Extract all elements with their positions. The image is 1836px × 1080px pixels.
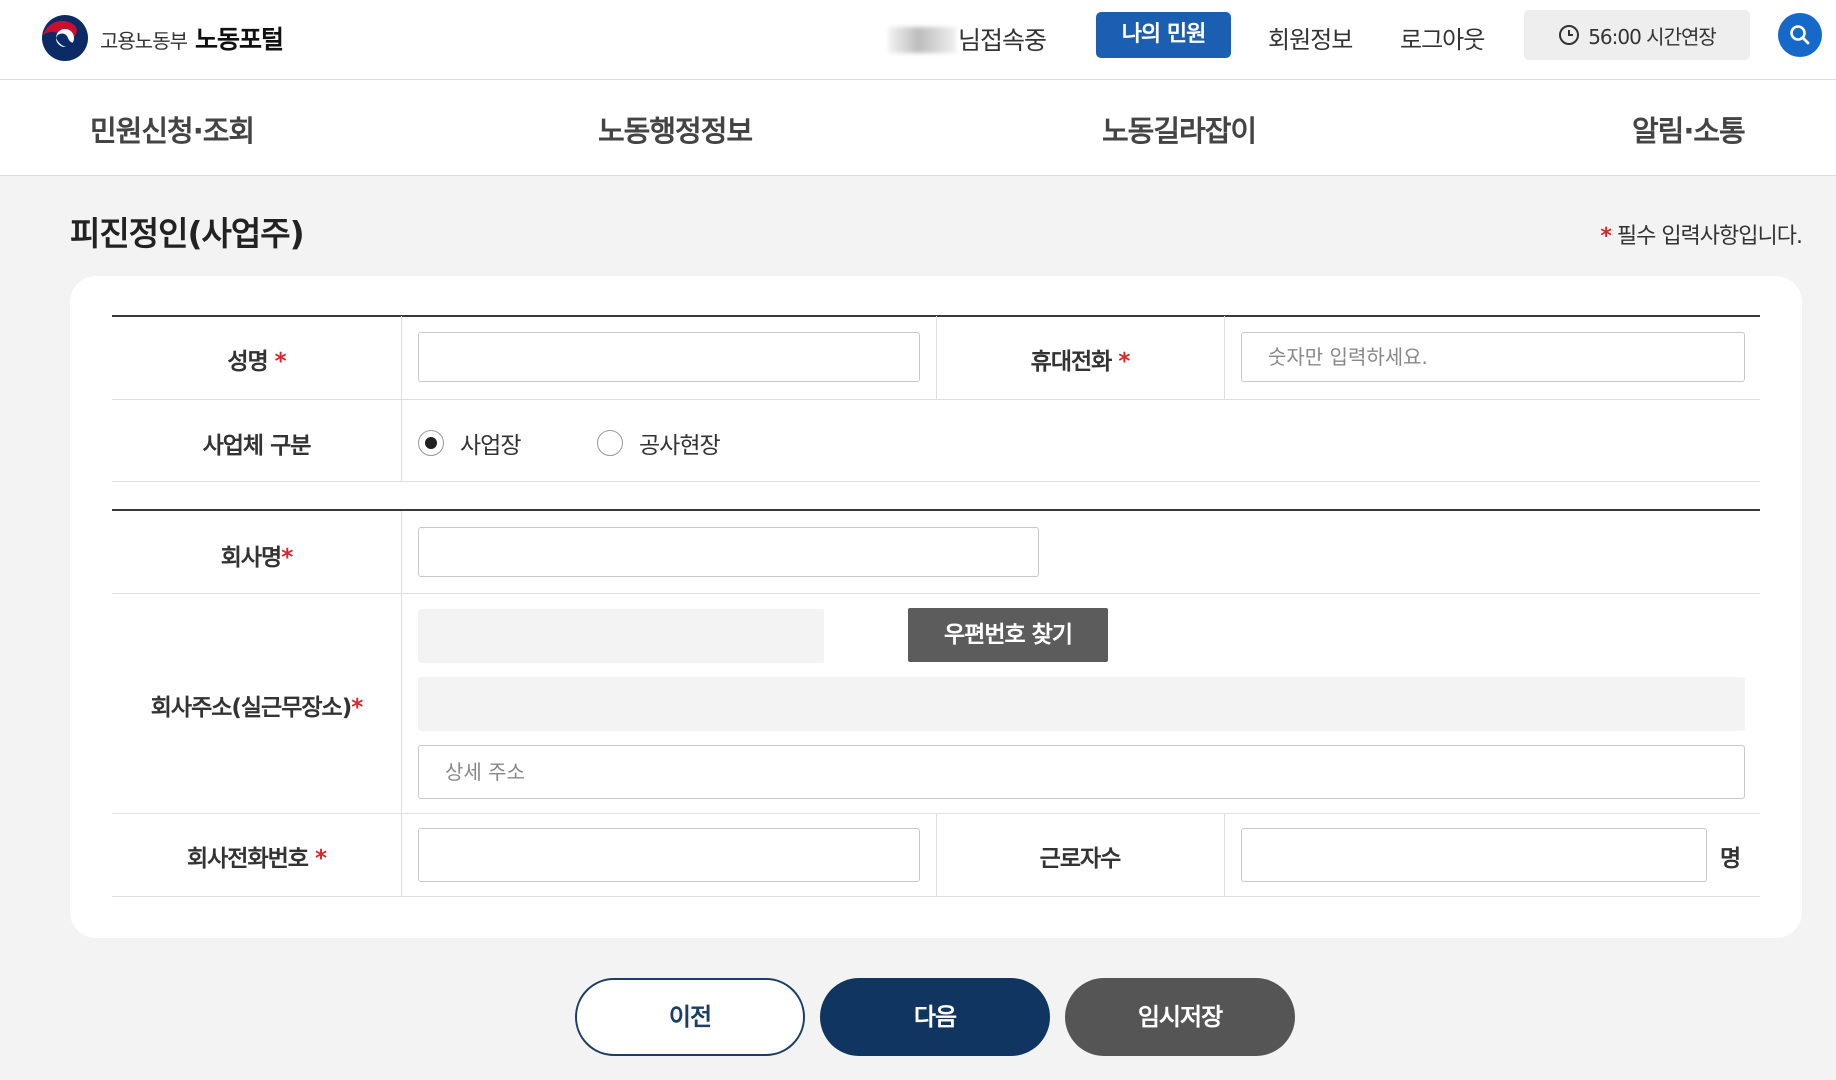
top-bar: 고용노동부 노동포털 님접속중 나의 민원 회원정보 로그아웃 56:00 시간… [0,0,1836,80]
company-phone-label: 회사전화번호 * [112,839,401,873]
next-button[interactable]: 다음 [820,978,1050,1056]
blurred-user-name [888,27,956,53]
company-name-label: 회사명* [112,538,401,572]
row-divider [112,399,1760,400]
time-extend-label: 56:00 시간연장 [1588,24,1717,49]
government-emblem-icon [42,15,88,61]
company-name-input[interactable] [418,527,1039,577]
mobile-input[interactable] [1241,332,1745,382]
name-label: 성명 * [112,342,401,376]
search-icon [1790,25,1810,45]
company-address-label-text: 회사주소(실근무장소) [150,695,352,721]
required-mark: * [351,695,363,721]
clock-icon [1559,25,1580,45]
company-address-label: 회사주소(실근무장소)* [112,688,401,722]
form-card: 성명 * 휴대전화 * 사업체 구분 사업장 공사현장 회사명* 회사주소(실근… [70,276,1802,938]
zip-code-field[interactable] [418,609,824,663]
logout-link[interactable]: 로그아웃 [1400,20,1485,55]
column-divider [1224,316,1225,399]
required-note: * 필수 입력사항입니다. [1600,218,1803,250]
temp-save-button[interactable]: 임시저장 [1065,978,1295,1056]
prev-button[interactable]: 이전 [575,978,805,1056]
user-status-text: 님접속중 [958,26,1047,55]
my-petition-button[interactable]: 나의 민원 [1096,12,1231,58]
nav-item-notice[interactable]: 알림·소통 [1632,108,1746,150]
column-divider [401,511,402,896]
radio-workplace-label: 사업장 [460,433,521,459]
member-info-link[interactable]: 회원정보 [1268,20,1353,55]
logo[interactable]: 고용노동부 노동포털 [40,13,284,63]
section-top-border [112,509,1760,511]
user-status: 님접속중 [888,21,1047,57]
nav-item-admin-info[interactable]: 노동행정정보 [598,108,753,150]
required-mark: * [1600,224,1611,249]
detail-address-input[interactable] [418,745,1745,799]
ministry-name: 고용노동부 [100,29,188,53]
zip-search-button[interactable]: 우편번호 찾기 [908,608,1108,662]
mobile-label: 휴대전화 * [936,342,1224,376]
company-name-label-text: 회사명 [220,545,282,571]
required-mark: * [314,846,327,872]
radio-unchecked-icon [597,430,623,456]
column-divider [401,316,402,481]
row-divider [112,593,1760,594]
time-extend-button[interactable]: 56:00 시간연장 [1524,10,1750,60]
radio-checked-icon [418,430,444,456]
biz-type-label: 사업체 구분 [202,433,312,459]
company-phone-input[interactable] [418,828,920,882]
main-nav: 민원신청·조회 노동행정정보 노동길라잡이 알림·소통 [0,80,1836,176]
company-phone-label-text: 회사전화번호 [186,846,309,872]
nav-item-petition[interactable]: 민원신청·조회 [90,108,255,150]
page-title: 피진정인(사업주) [70,214,305,253]
row-divider [112,896,1760,897]
portal-name: 노동포털 [195,25,284,54]
radio-construction-site-label: 공사현장 [639,433,721,459]
mobile-label-text: 휴대전화 [1030,349,1113,375]
name-label-text: 성명 [227,349,268,375]
workers-label: 근로자수 [1039,846,1122,872]
radio-construction-site[interactable]: 공사현장 [597,426,721,460]
workers-count-input[interactable] [1241,828,1707,882]
required-mark: * [274,349,287,375]
row-divider [112,481,1760,482]
name-input[interactable] [418,332,920,382]
radio-workplace[interactable]: 사업장 [418,426,521,460]
workers-unit: 명 [1720,846,1742,872]
search-button[interactable] [1778,13,1822,57]
nav-item-labor-guide[interactable]: 노동길라잡이 [1102,108,1257,150]
column-divider [1224,813,1225,896]
required-mark: * [1118,349,1130,375]
required-mark: * [281,545,293,571]
base-address-field[interactable] [418,677,1745,731]
required-note-text: 필수 입력사항입니다. [1616,224,1803,249]
